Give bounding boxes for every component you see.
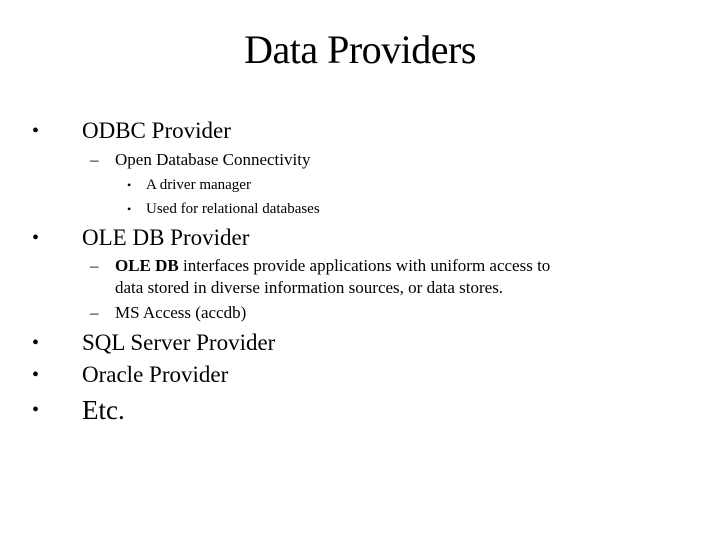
- slide-title: Data Providers: [244, 27, 476, 72]
- description-line-1: interfaces provide applications with uni…: [183, 256, 551, 275]
- bullet-icon: •: [32, 227, 40, 249]
- bold-term: OLE DB: [115, 256, 179, 275]
- bullet-icon: •: [32, 332, 40, 354]
- sub-sub-bullet-text: A driver manager: [146, 177, 251, 193]
- bullet-text: OLE DB Provider: [82, 225, 250, 250]
- bullet-text: Oracle Provider: [82, 362, 229, 387]
- sub-sub-bullet-text: Used for relational databases: [146, 201, 320, 217]
- bullet-icon: •: [127, 202, 132, 216]
- sub-bullet-text: OLE DB interfaces provide applications w…: [115, 255, 550, 277]
- bullet-icon: •: [32, 399, 40, 421]
- bullet-text: ODBC Provider: [82, 118, 231, 143]
- sub-bullet-text: MS Access (accdb): [115, 303, 247, 322]
- dash-icon: –: [90, 303, 99, 322]
- bullet-icon: •: [127, 178, 132, 192]
- description-line-2: data stored in diverse information sourc…: [115, 278, 504, 297]
- bullet-text: SQL Server Provider: [82, 330, 276, 355]
- bullet-icon: •: [32, 120, 40, 142]
- bullet-icon: •: [32, 364, 40, 386]
- bullet-text: Etc.: [82, 395, 125, 425]
- dash-icon: –: [90, 256, 99, 275]
- sub-bullet-text: Open Database Connectivity: [115, 150, 311, 169]
- dash-icon: –: [90, 150, 99, 169]
